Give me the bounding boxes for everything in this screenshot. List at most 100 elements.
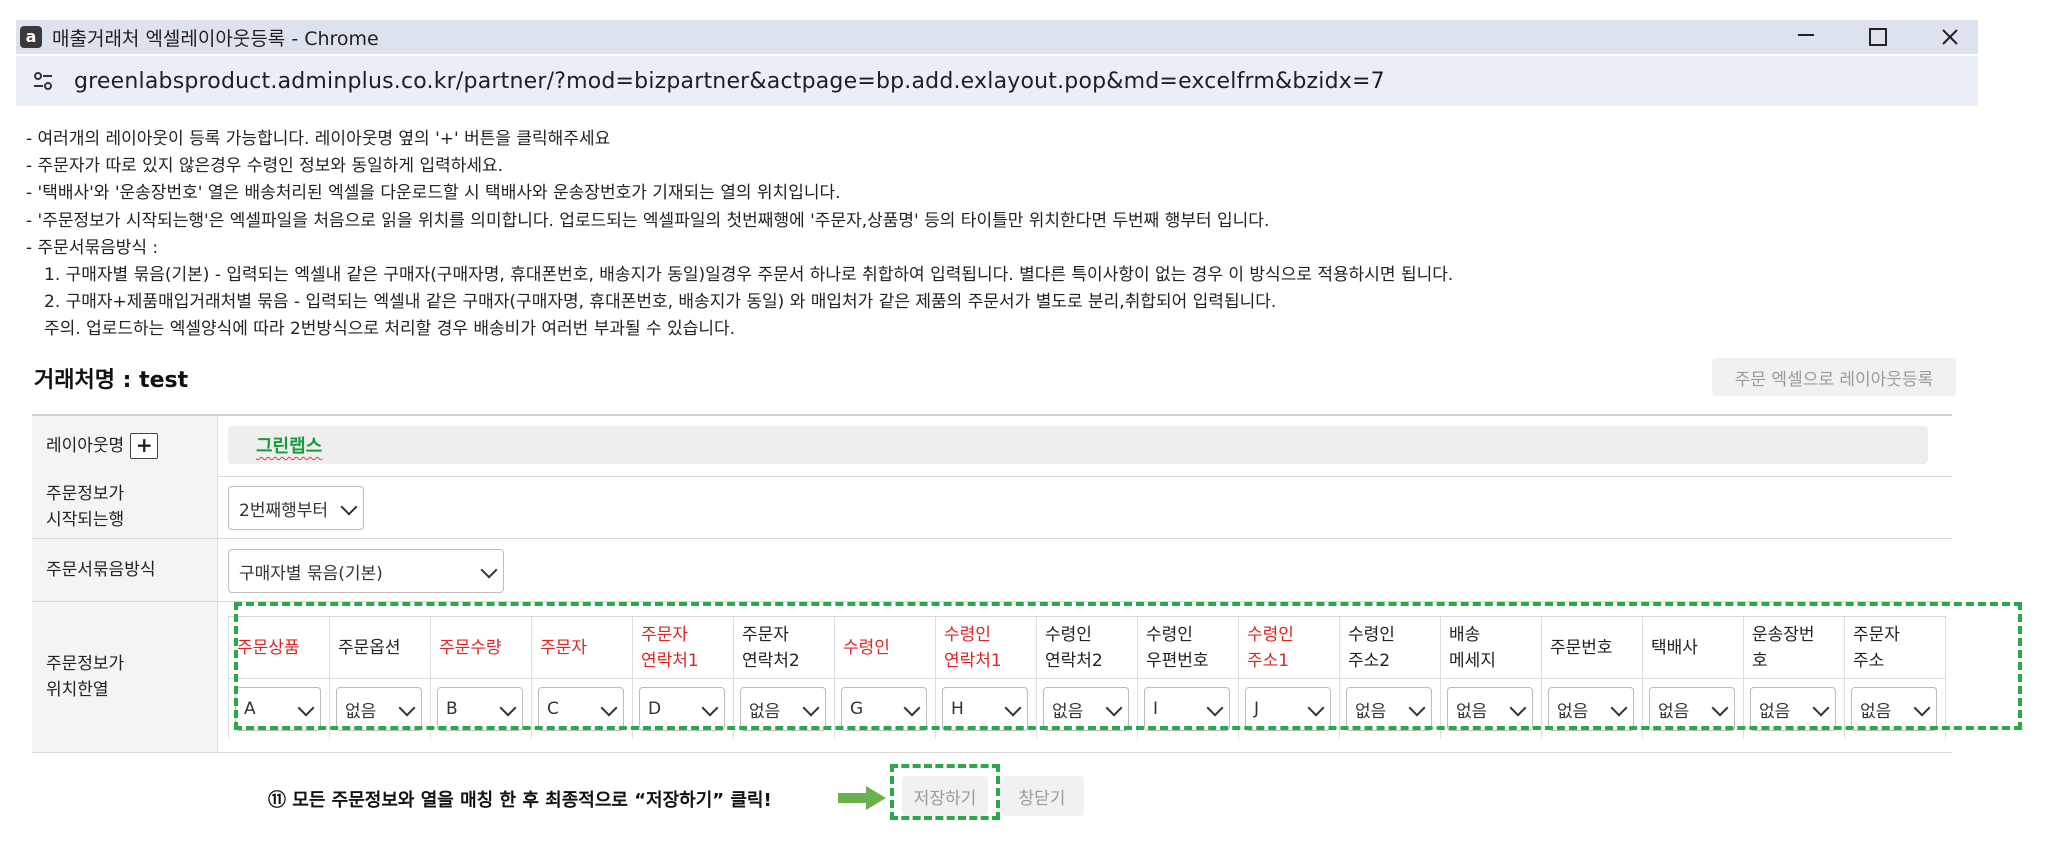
close-button[interactable]: 창닫기 [1000,776,1084,816]
column-select-value: G [850,699,864,719]
column-cell: 주문자 C [532,617,633,739]
chevron-down-icon [480,561,498,579]
chevron-down-icon [600,699,618,717]
close-icon [1942,29,1958,45]
column-select[interactable]: 없음 [1548,687,1634,731]
chevron-down-icon [398,699,416,717]
column-select[interactable]: 없음 [1043,687,1129,731]
column-header-line: 연락처2 [1045,650,1103,671]
note-line: - '주문정보가 시작되는행'은 엑셀파일을 처음으로 읽을 위치를 의미합니다… [26,210,1270,231]
column-position-label: 주문정보가 위치한열 [32,602,218,752]
column-header-line: 연락처2 [742,650,800,671]
bundle-row: 주문서묶음방식 구매자별 묶음(기본) [32,539,1952,602]
chevron-down-icon [1004,699,1022,717]
column-select[interactable]: 없음 [1851,687,1937,731]
column-cell: 주문자주소없음 [1845,617,1946,739]
column-select[interactable]: D [639,687,725,731]
column-select-value: J [1254,699,1260,719]
column-header-line: 주문번호 [1550,637,1613,658]
column-select-value: B [446,699,458,719]
note-line: - 주문서묶음방식 : [26,237,159,258]
column-header-line: 연락처1 [641,650,699,671]
arrow-right-icon [838,786,886,810]
chevron-down-icon [1610,699,1628,717]
chevron-down-icon [1509,699,1527,717]
column-header: 택배사 [1643,617,1743,679]
column-header: 주문상품 [229,617,329,679]
chevron-down-icon [802,699,820,717]
instruction-text: ⑪ 모든 주문정보와 열을 매칭 한 후 최종적으로 “저장하기” 클릭! [268,790,772,811]
layout-name-input[interactable]: 그린랩스 [228,426,1928,464]
column-select[interactable]: 없음 [1447,687,1533,731]
note-line: 1. 구매자별 묶음(기본) - 입력되는 엑셀내 같은 구매자(구매자명, 휴… [44,265,1454,286]
close-window-button[interactable] [1920,20,1980,54]
register-layout-button[interactable]: 주문 엑셀으로 레이아웃등록 [1712,358,1956,396]
column-select[interactable]: I [1144,687,1230,731]
column-select[interactable]: A [235,687,321,731]
bundle-select[interactable]: 구매자별 묶음(기본) [228,549,504,593]
column-header-line: 수령인 [843,637,890,658]
column-header-line: 택배사 [1651,637,1698,658]
save-button[interactable]: 저장하기 [902,776,988,816]
column-select[interactable]: B [437,687,523,731]
column-select-value: C [547,699,559,719]
column-header-line: 우편번호 [1146,650,1209,671]
window-title: 매출거래처 엑셀레이아웃등록 - Chrome [52,27,379,50]
minimize-button[interactable] [1776,20,1836,54]
column-cell: 주문수량 B [431,617,532,739]
column-position-label-line: 위치한열 [46,680,109,700]
column-header: 운송장번 호 [1744,617,1844,679]
column-header: 배송 메세지 [1441,617,1541,679]
column-select[interactable]: H [942,687,1028,731]
column-header-line: 주문자 [540,637,587,658]
column-header: 주문번호 [1542,617,1642,679]
column-header-line: 주소 [1853,650,1885,671]
chevron-down-icon [297,699,315,717]
minimize-icon [1798,34,1814,36]
chevron-down-icon [1307,699,1325,717]
column-header-line: 연락처1 [944,650,1002,671]
notes: - 여러개의 레이아웃이 등록 가능합니다. 레이아웃명 옆의 '+' 버튼을 … [26,126,1453,344]
column-select[interactable]: 없음 [1346,687,1432,731]
site-settings-icon[interactable] [28,66,58,96]
column-header: 주문자 연락처1 [633,617,733,679]
column-select[interactable]: 없음 [1649,687,1735,731]
column-header: 수령인 주소2 [1340,617,1440,679]
column-cell: 주문자 연락처1 D [633,617,734,739]
column-header-line: 수령인 [944,624,991,645]
column-select[interactable]: 없음 [1750,687,1836,731]
maximize-button[interactable] [1848,20,1908,54]
url-text[interactable]: greenlabsproduct.adminplus.co.kr/partner… [74,69,1385,94]
column-select-value: 없음 [345,701,377,722]
note-line: - 여러개의 레이아웃이 등록 가능합니다. 레이아웃명 옆의 '+' 버튼을 … [26,129,611,149]
column-cell: 수령인 G [835,617,936,739]
address-bar[interactable]: greenlabsproduct.adminplus.co.kr/partner… [16,56,1978,106]
start-row-select[interactable]: 2번째행부터 [228,486,364,530]
column-select[interactable]: 없음 [740,687,826,731]
column-header-line: 메세지 [1449,650,1496,671]
column-header: 주문자 [532,617,632,679]
note-line: - '택배사'와 '운송장번호' 열은 배송처리된 엑셀을 다운로드할 시 택배… [26,183,841,204]
column-cell: 수령인우편번호 I [1138,617,1239,739]
column-cell: 주문상품 A [228,617,330,739]
chevron-down-icon [1105,699,1123,717]
column-header-line: 주문자 [1853,624,1900,645]
column-header-line: 운송장번 [1752,624,1815,645]
column-select-value: 없음 [1860,701,1892,722]
chevron-down-icon [340,498,358,516]
layout-name-label: 레이아웃명 + [32,416,218,476]
column-select[interactable]: J [1245,687,1331,731]
column-select-value: H [951,699,964,719]
column-cell: 수령인 주소2 없음 [1340,617,1441,739]
add-layout-button[interactable]: + [130,433,159,459]
layout-name-value: 그린랩스 [256,436,323,457]
column-header-line: 주소2 [1348,650,1391,671]
start-row-label-line: 주문정보가 [46,484,125,504]
column-select[interactable]: C [538,687,624,731]
column-select[interactable]: G [841,687,927,731]
column-select[interactable]: 없음 [336,687,422,731]
column-header-line: 수령인 [1146,624,1193,645]
column-select-value: 없음 [1052,701,1084,722]
layout-name-label-text: 레이아웃명 [46,436,125,456]
column-header-line: 주문상품 [237,637,300,658]
